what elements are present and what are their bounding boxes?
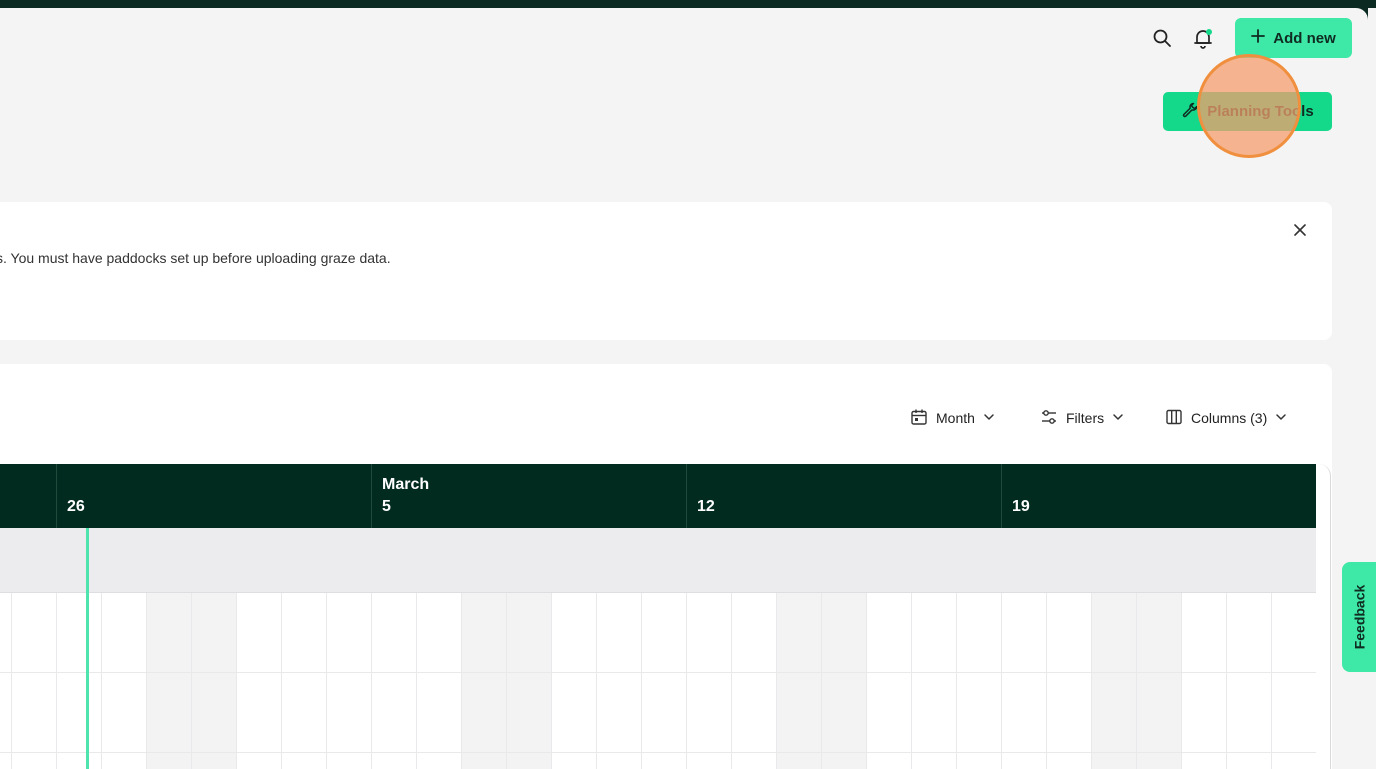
add-new-label: Add new	[1273, 29, 1336, 47]
week-day: 26	[67, 498, 85, 515]
columns-icon	[1165, 408, 1183, 429]
close-icon[interactable]	[1290, 220, 1310, 240]
month-view-dropdown[interactable]: Month	[910, 406, 995, 430]
planning-tools-button[interactable]: Planning Tools	[1163, 92, 1332, 131]
feedback-label: Feedback	[1351, 584, 1367, 650]
notice-text: s. You must have paddocks set up before …	[0, 250, 391, 266]
search-icon[interactable]	[1150, 26, 1174, 50]
sliders-icon	[1040, 408, 1058, 429]
columns-dropdown[interactable]: Columns (3)	[1165, 406, 1287, 430]
week-column: March 5	[371, 464, 686, 528]
week-column: 26	[56, 464, 371, 528]
chevron-down-icon	[1275, 410, 1287, 426]
week-day: 5	[382, 498, 391, 515]
add-new-button[interactable]: Add new	[1235, 18, 1352, 58]
app-window: Add new Planning Tools s. You must have …	[0, 8, 1368, 769]
chevron-down-icon	[1112, 410, 1124, 426]
week-day: 12	[697, 498, 715, 515]
notice-banner: s. You must have paddocks set up before …	[0, 202, 1332, 340]
filters-dropdown[interactable]: Filters	[1040, 406, 1124, 430]
week-column: 12	[686, 464, 1001, 528]
chevron-down-icon	[983, 410, 995, 426]
bell-icon[interactable]	[1191, 26, 1215, 50]
plus-icon	[1251, 29, 1266, 47]
filters-label: Filters	[1066, 410, 1105, 426]
week-column: 19	[1001, 464, 1316, 528]
calendar-summary-row	[0, 528, 1316, 593]
calendar-grid	[0, 593, 1316, 769]
calendar-header: 26 March 5 12 19	[0, 464, 1316, 528]
today-marker	[86, 528, 89, 769]
month-label: Month	[936, 410, 975, 426]
columns-label: Columns (3)	[1191, 410, 1268, 426]
calendar-icon	[910, 408, 928, 429]
week-month: March	[382, 476, 430, 493]
calendar-grid-lines	[0, 593, 1316, 769]
week-day: 19	[1012, 498, 1030, 515]
wrench-icon	[1181, 101, 1199, 123]
planning-tools-label: Planning Tools	[1207, 103, 1314, 120]
feedback-tab[interactable]: Feedback	[1342, 562, 1376, 672]
calendar-right-border	[1315, 464, 1331, 769]
